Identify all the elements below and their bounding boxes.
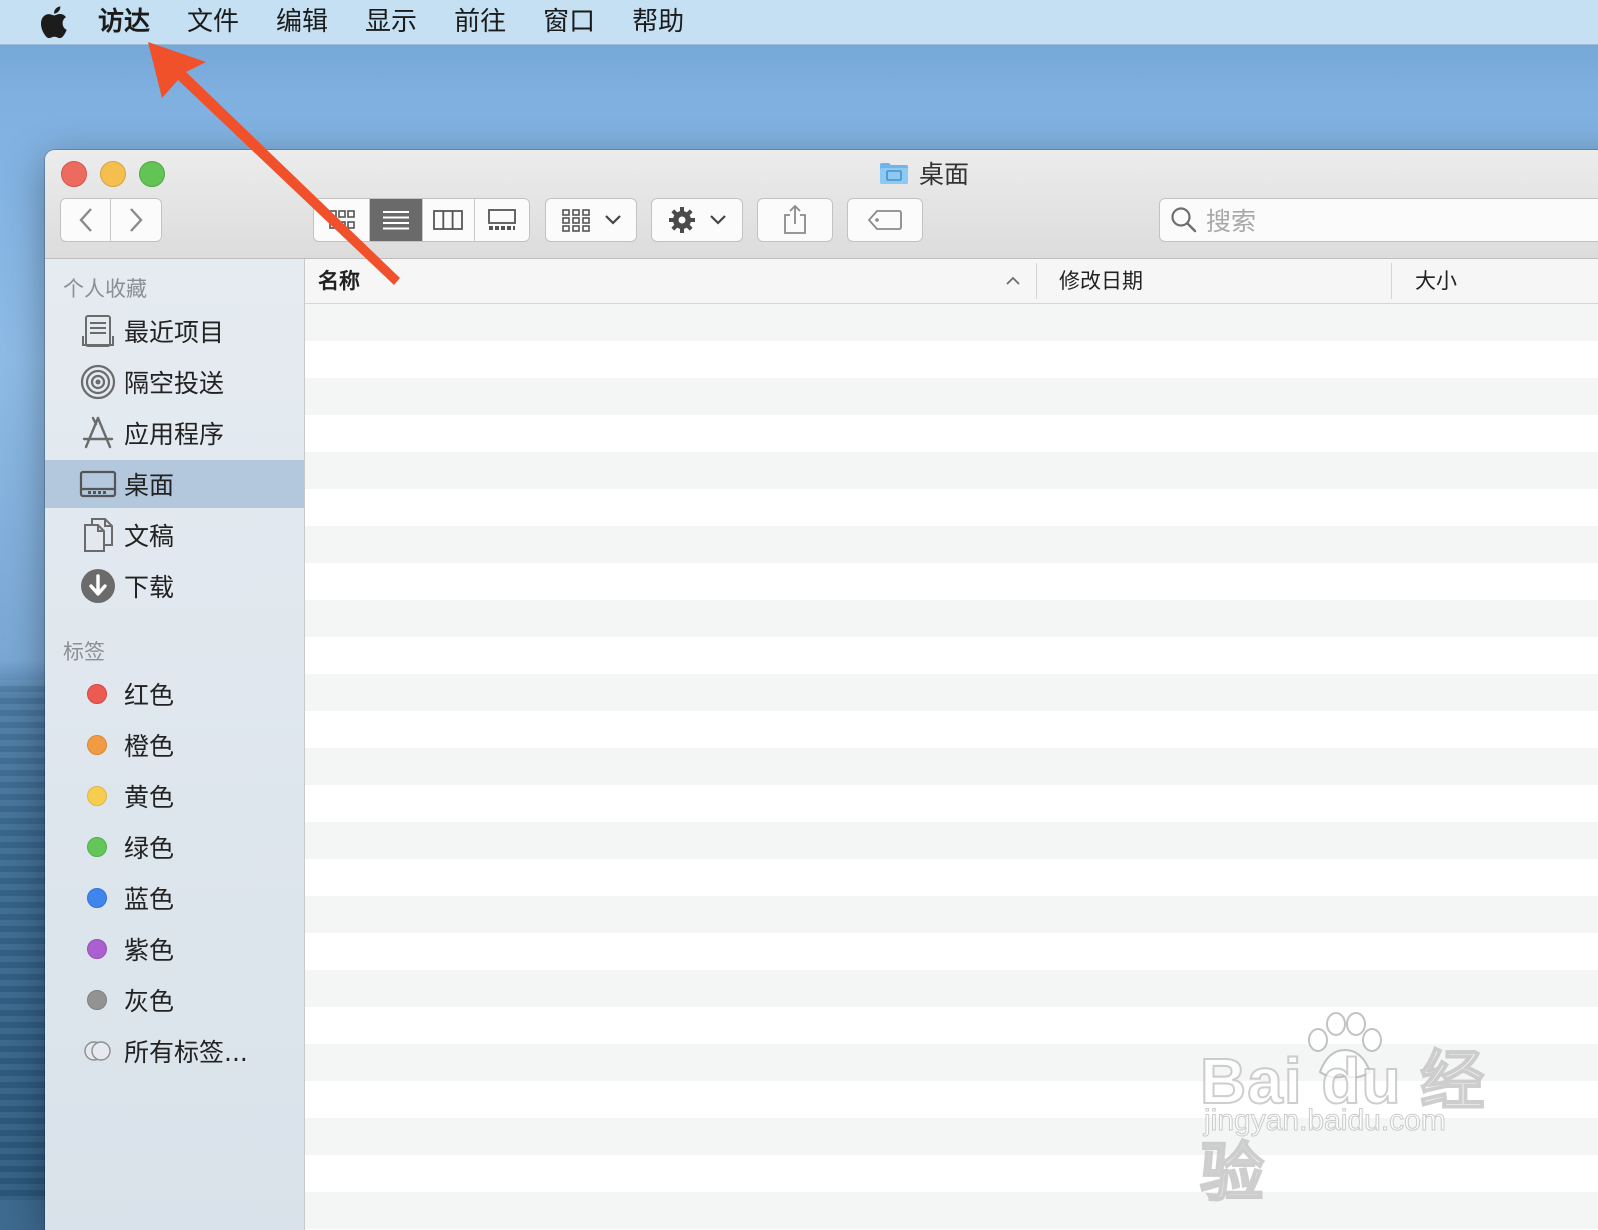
airdrop-icon bbox=[78, 362, 118, 402]
baidu-watermark: Bai du 经验 jingyan.baidu.com bbox=[1199, 1010, 1490, 1210]
desktop-icon bbox=[78, 464, 118, 504]
share-icon bbox=[784, 204, 806, 234]
menu-bar: 访达 文件 编辑 显示 前往 窗口 帮助 bbox=[0, 0, 1598, 45]
sidebar-all-tags[interactable]: 所有标签... bbox=[45, 1027, 304, 1075]
sidebar-tag-orange[interactable]: 橙色 bbox=[45, 721, 304, 769]
sidebar-tag-gray[interactable]: 灰色 bbox=[45, 976, 304, 1024]
sidebar-tag-yellow[interactable]: 黄色 bbox=[45, 772, 304, 820]
window-title: 桌面 bbox=[879, 156, 969, 190]
search-field[interactable]: 搜索 bbox=[1159, 198, 1598, 242]
search-placeholder: 搜索 bbox=[1206, 207, 1257, 236]
column-header-name[interactable]: 名称 bbox=[318, 259, 360, 303]
blue-tag-dot bbox=[87, 888, 107, 908]
red-tag-dot bbox=[87, 684, 107, 704]
sidebar-item-recents[interactable]: 最近项目 bbox=[45, 307, 304, 355]
sidebar-item-label: 桌面 bbox=[124, 471, 175, 500]
orange-tag-dot bbox=[87, 735, 107, 755]
favorites-section-title: 个人收藏 bbox=[63, 277, 147, 301]
nav-buttons bbox=[60, 198, 162, 242]
watermark-url: jingyan.baidu.com bbox=[1204, 1104, 1447, 1138]
all-tags-icon bbox=[83, 1039, 113, 1063]
sidebar-tag-red[interactable]: 红色 bbox=[45, 670, 304, 718]
recents-icon bbox=[78, 311, 118, 351]
columns-icon bbox=[433, 210, 464, 230]
sidebar-item-label: 灰色 bbox=[124, 987, 175, 1016]
sidebar-item-label: 橙色 bbox=[124, 732, 175, 761]
column-view-button[interactable] bbox=[423, 199, 475, 241]
menu-help[interactable]: 帮助 bbox=[632, 0, 684, 44]
download-arrow-icon bbox=[78, 566, 118, 606]
tag-icon bbox=[867, 210, 902, 230]
search-icon bbox=[1171, 207, 1197, 233]
menu-finder[interactable]: 访达 bbox=[98, 0, 150, 44]
sidebar-item-label: 绿色 bbox=[124, 834, 175, 863]
applications-icon bbox=[78, 413, 118, 453]
gallery-icon bbox=[487, 209, 516, 230]
sidebar-item-downloads[interactable]: 下载 bbox=[45, 562, 304, 610]
forward-button[interactable] bbox=[111, 199, 161, 241]
sidebar-item-documents[interactable]: 文稿 bbox=[45, 511, 304, 559]
list-view-button[interactable] bbox=[370, 199, 423, 241]
gear-icon bbox=[669, 207, 695, 233]
menu-window[interactable]: 窗口 bbox=[543, 0, 595, 44]
sidebar: 个人收藏 最近项目 隔空投送 应用程序 桌面 文稿 下载 标签 红色 橙色 黄色… bbox=[45, 259, 305, 1230]
window-title-text: 桌面 bbox=[919, 160, 970, 189]
folder-icon bbox=[880, 163, 908, 184]
tags-section-title: 标签 bbox=[63, 640, 105, 664]
sidebar-item-label: 黄色 bbox=[124, 783, 175, 812]
sidebar-item-label: 最近项目 bbox=[124, 318, 225, 347]
tag-button[interactable] bbox=[847, 198, 923, 242]
icon-grid-icon bbox=[328, 210, 355, 229]
chevron-left-icon bbox=[78, 208, 92, 232]
yellow-tag-dot bbox=[87, 786, 107, 806]
menu-view[interactable]: 显示 bbox=[365, 0, 417, 44]
column-divider[interactable] bbox=[1036, 263, 1037, 299]
window-toolbar: 桌面 搜索 bbox=[45, 150, 1598, 259]
sidebar-tag-green[interactable]: 绿色 bbox=[45, 823, 304, 871]
menu-go[interactable]: 前往 bbox=[454, 0, 506, 44]
sidebar-item-label: 下载 bbox=[124, 573, 175, 602]
share-button[interactable] bbox=[757, 198, 833, 242]
gray-tag-dot bbox=[87, 990, 107, 1010]
chevron-down-icon bbox=[710, 215, 726, 225]
chevron-right-icon bbox=[130, 208, 143, 232]
icon-view-button[interactable] bbox=[314, 199, 371, 241]
sidebar-tag-purple[interactable]: 紫色 bbox=[45, 925, 304, 973]
gallery-view-button[interactable] bbox=[474, 199, 529, 241]
minimize-button[interactable] bbox=[100, 161, 126, 187]
sidebar-item-label: 文稿 bbox=[124, 522, 175, 551]
column-divider[interactable] bbox=[1391, 263, 1392, 299]
sidebar-item-label: 紫色 bbox=[124, 936, 175, 965]
column-header-modified[interactable]: 修改日期 bbox=[1059, 259, 1143, 303]
chevron-down-icon bbox=[605, 215, 621, 225]
back-button[interactable] bbox=[61, 199, 112, 241]
apple-icon[interactable] bbox=[38, 5, 68, 39]
documents-icon bbox=[78, 515, 118, 555]
sidebar-tag-blue[interactable]: 蓝色 bbox=[45, 874, 304, 922]
sidebar-item-desktop[interactable]: 桌面 bbox=[45, 460, 304, 508]
zoom-button[interactable] bbox=[139, 161, 165, 187]
sidebar-item-label: 蓝色 bbox=[124, 885, 175, 914]
list-header: 名称 修改日期 大小 bbox=[305, 259, 1598, 304]
close-button[interactable] bbox=[61, 161, 87, 187]
menu-file[interactable]: 文件 bbox=[187, 0, 239, 44]
sidebar-item-label: 应用程序 bbox=[124, 420, 225, 449]
action-menu-button[interactable] bbox=[651, 198, 743, 242]
column-header-size[interactable]: 大小 bbox=[1415, 259, 1457, 303]
green-tag-dot bbox=[87, 837, 107, 857]
sidebar-item-airdrop[interactable]: 隔空投送 bbox=[45, 358, 304, 406]
sidebar-item-label: 所有标签... bbox=[124, 1038, 248, 1067]
group-by-button[interactable] bbox=[545, 198, 637, 242]
group-grid-icon bbox=[562, 209, 590, 232]
purple-tag-dot bbox=[87, 939, 107, 959]
sort-ascending-icon[interactable] bbox=[1005, 275, 1021, 286]
menu-edit[interactable]: 编辑 bbox=[276, 0, 328, 44]
view-mode-control bbox=[313, 198, 530, 242]
sidebar-item-label: 红色 bbox=[124, 681, 175, 710]
sidebar-item-applications[interactable]: 应用程序 bbox=[45, 409, 304, 457]
sidebar-item-label: 隔空投送 bbox=[124, 369, 225, 398]
list-lines-icon bbox=[383, 211, 410, 230]
